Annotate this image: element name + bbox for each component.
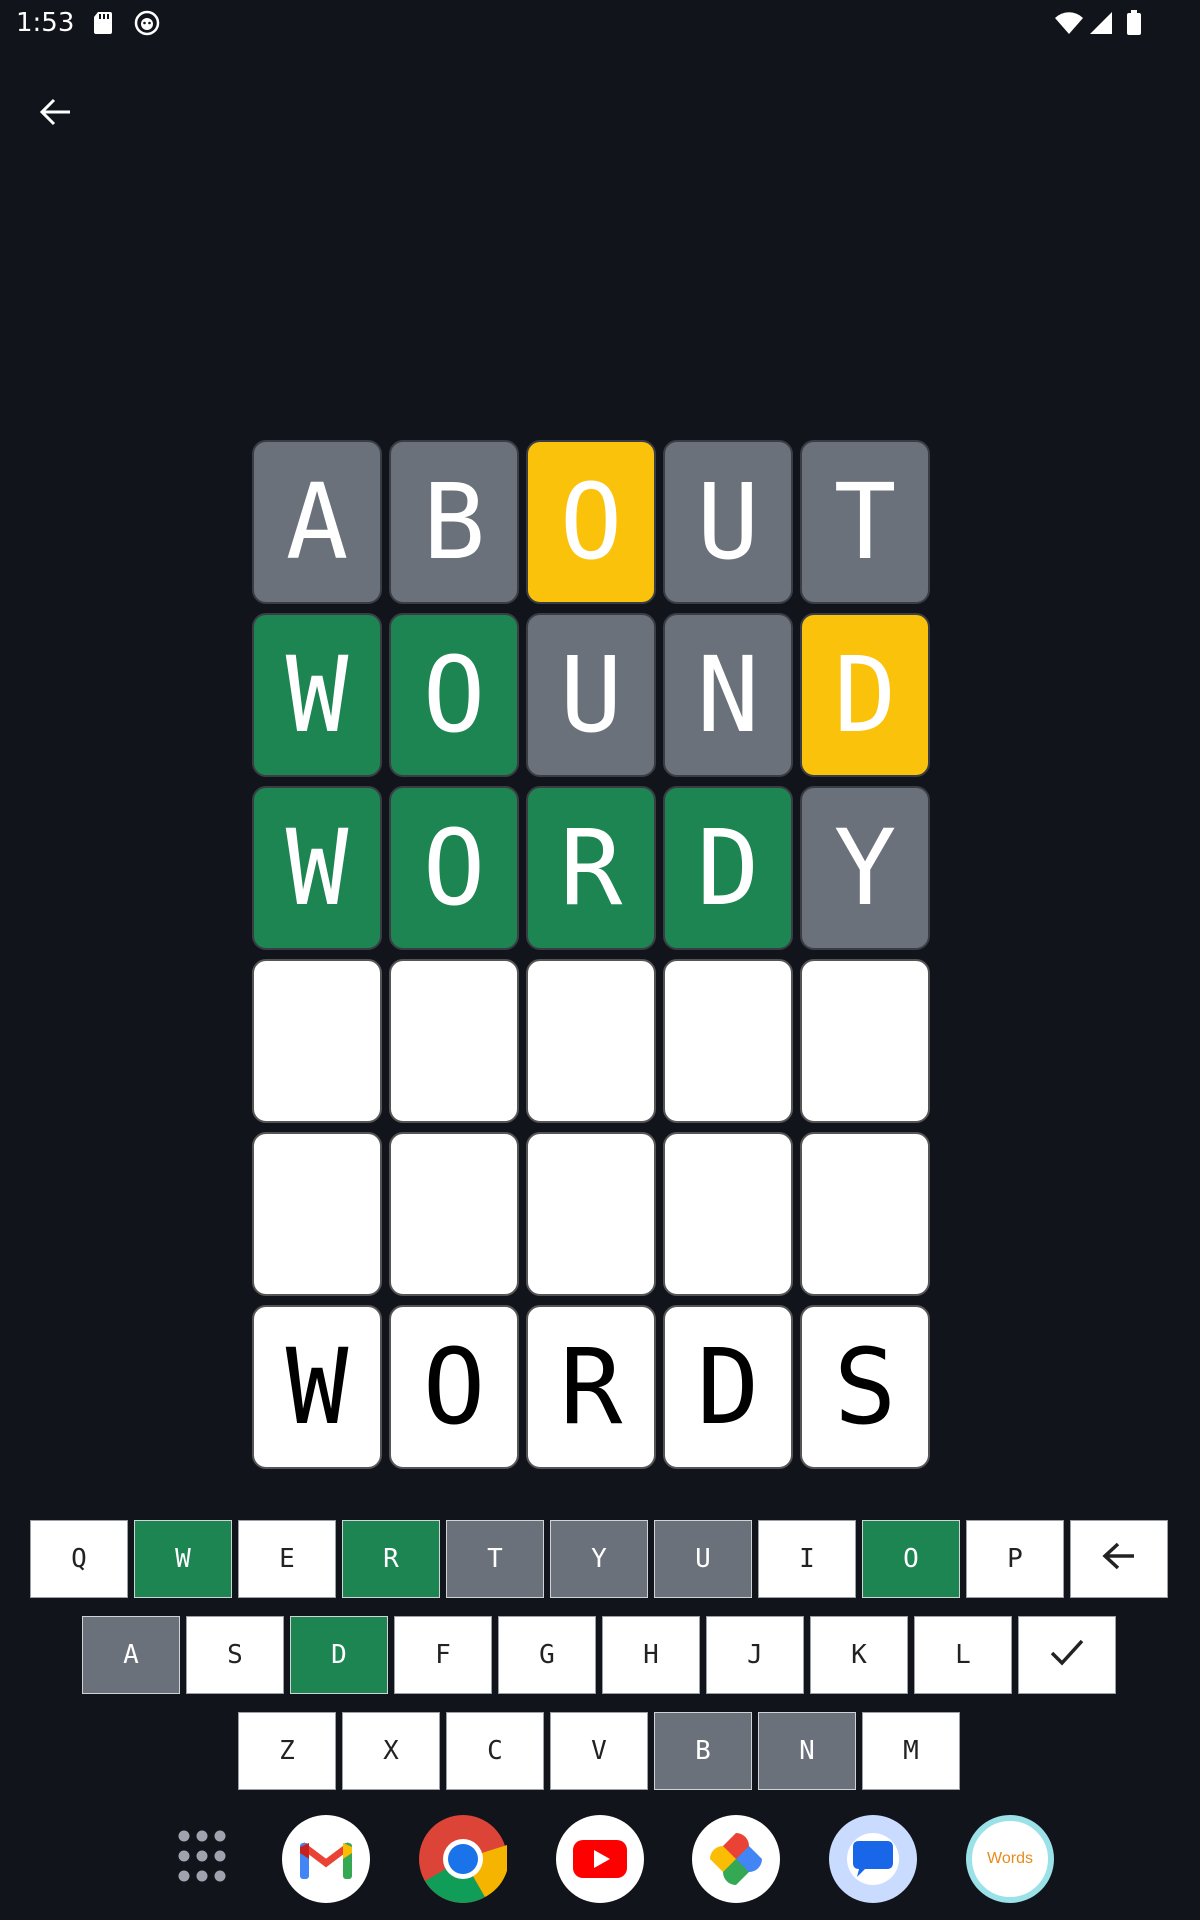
arrow-left-icon <box>38 94 74 134</box>
backspace-arrow-icon <box>1101 1540 1137 1579</box>
signal-icon <box>1088 10 1114 36</box>
key-i[interactable]: I <box>758 1520 856 1598</box>
board-row: WORDS <box>252 1305 948 1469</box>
status-time: 1:53 <box>16 8 75 38</box>
status-bar: 1:53 <box>0 0 1200 48</box>
letter-tile: D <box>663 1305 793 1469</box>
sd-card-icon <box>92 10 118 36</box>
key-w[interactable]: W <box>134 1520 232 1598</box>
chrome-icon[interactable] <box>419 1815 507 1903</box>
letter-tile: R <box>526 786 656 950</box>
wifi-icon <box>1054 10 1083 36</box>
letter-tile <box>663 959 793 1123</box>
key-b[interactable]: B <box>654 1712 752 1790</box>
keyboard-row: QWERTYUIOP <box>30 1520 1168 1598</box>
battery-icon <box>1126 10 1152 36</box>
letter-tile: D <box>663 786 793 950</box>
letter-tile: Y <box>800 786 930 950</box>
words-app-label: Words <box>987 1850 1033 1867</box>
keyboard-row: ASDFGHJKL <box>82 1616 1116 1694</box>
letter-tile: W <box>252 1305 382 1469</box>
photos-icon[interactable] <box>692 1815 780 1903</box>
key-n[interactable]: N <box>758 1712 856 1790</box>
keyboard-row: ZXCVBNM <box>238 1712 960 1790</box>
key-m[interactable]: M <box>862 1712 960 1790</box>
letter-tile <box>526 1132 656 1296</box>
letter-tile <box>389 1132 519 1296</box>
key-q[interactable]: Q <box>30 1520 128 1598</box>
key-d[interactable]: D <box>290 1616 388 1694</box>
letter-tile: B <box>389 440 519 604</box>
messages-icon[interactable] <box>829 1815 917 1903</box>
letter-tile: N <box>663 613 793 777</box>
letter-tile: O <box>389 613 519 777</box>
letter-tile <box>663 1132 793 1296</box>
enter-key[interactable] <box>1018 1616 1116 1694</box>
letter-tile: R <box>526 1305 656 1469</box>
key-k[interactable]: K <box>810 1616 908 1694</box>
letter-tile <box>800 959 930 1123</box>
key-g[interactable]: G <box>498 1616 596 1694</box>
letter-tile: A <box>252 440 382 604</box>
letter-tile: D <box>800 613 930 777</box>
app-drawer-icon[interactable] <box>170 1824 234 1888</box>
key-r[interactable]: R <box>342 1520 440 1598</box>
key-j[interactable]: J <box>706 1616 804 1694</box>
letter-tile: U <box>663 440 793 604</box>
key-t[interactable]: T <box>446 1520 544 1598</box>
key-u[interactable]: U <box>654 1520 752 1598</box>
letter-tile <box>252 959 382 1123</box>
key-v[interactable]: V <box>550 1712 648 1790</box>
key-f[interactable]: F <box>394 1616 492 1694</box>
app-dock: Words <box>0 1812 1200 1908</box>
letter-tile: W <box>252 786 382 950</box>
key-z[interactable]: Z <box>238 1712 336 1790</box>
back-button[interactable] <box>28 86 84 142</box>
board-row: WORDY <box>252 786 948 950</box>
gmail-icon[interactable] <box>282 1815 370 1903</box>
youtube-icon[interactable] <box>556 1815 644 1903</box>
key-p[interactable]: P <box>966 1520 1064 1598</box>
key-o[interactable]: O <box>862 1520 960 1598</box>
board-row: WOUND <box>252 613 948 777</box>
letter-tile: T <box>800 440 930 604</box>
cat-face-icon <box>134 10 160 36</box>
board-row <box>252 959 948 1123</box>
key-y[interactable]: Y <box>550 1520 648 1598</box>
letter-tile: O <box>526 440 656 604</box>
letter-tile <box>252 1132 382 1296</box>
letter-tile: W <box>252 613 382 777</box>
key-a[interactable]: A <box>82 1616 180 1694</box>
key-s[interactable]: S <box>186 1616 284 1694</box>
letter-tile <box>526 959 656 1123</box>
letter-tile <box>389 959 519 1123</box>
guess-board: ABOUTWOUNDWORDYWORDS <box>252 440 948 1478</box>
key-h[interactable]: H <box>602 1616 700 1694</box>
board-row <box>252 1132 948 1296</box>
letter-tile: O <box>389 1305 519 1469</box>
key-x[interactable]: X <box>342 1712 440 1790</box>
letter-tile: U <box>526 613 656 777</box>
checkmark-icon <box>1049 1636 1085 1675</box>
backspace-key[interactable] <box>1070 1520 1168 1598</box>
key-l[interactable]: L <box>914 1616 1012 1694</box>
letter-tile <box>800 1132 930 1296</box>
letter-tile: O <box>389 786 519 950</box>
key-c[interactable]: C <box>446 1712 544 1790</box>
key-e[interactable]: E <box>238 1520 336 1598</box>
words-app-icon[interactable]: Words <box>966 1815 1054 1903</box>
letter-tile: S <box>800 1305 930 1469</box>
board-row: ABOUT <box>252 440 948 604</box>
